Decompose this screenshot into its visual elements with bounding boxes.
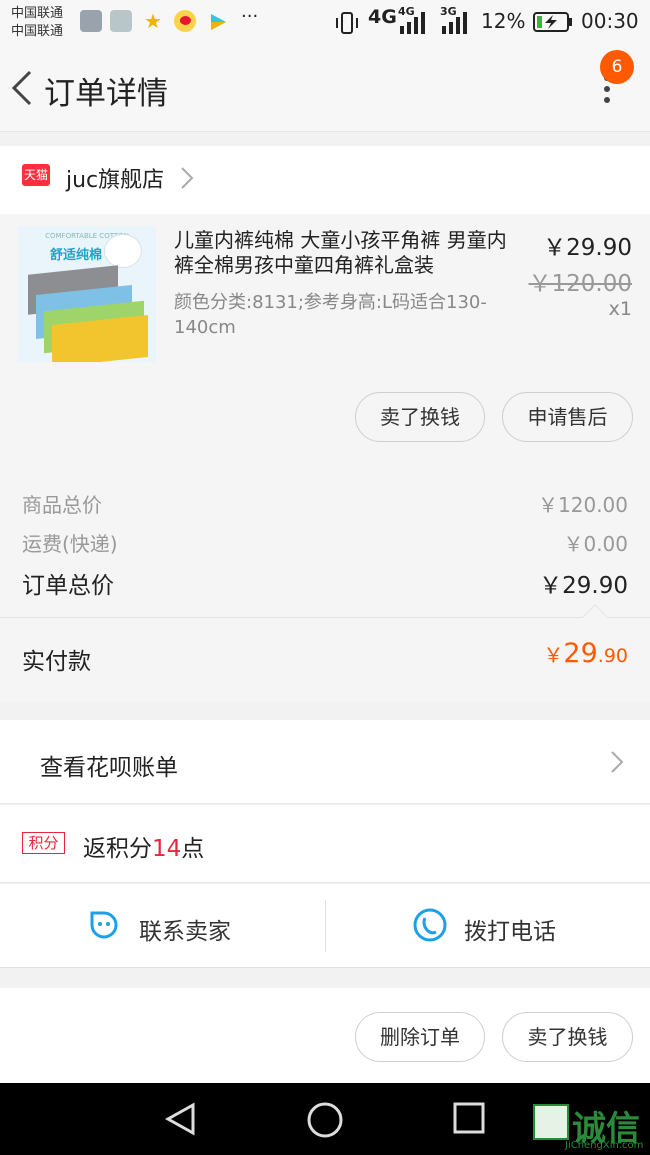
shipping-label: 运费(快递) [22, 532, 118, 556]
points-prefix: 返积分 [83, 836, 152, 862]
paid-integer: 29 [563, 638, 598, 669]
video-notification-icon [211, 14, 226, 30]
chevron-right-icon [611, 751, 624, 773]
nav-back-icon[interactable] [163, 1102, 199, 1136]
battery-percent: 12% [481, 9, 526, 33]
tmall-badge: 天猫 [22, 164, 50, 186]
after-sale-button[interactable]: 申请售后 [502, 392, 633, 442]
caret-indicator [582, 604, 608, 630]
chevron-right-icon [181, 167, 194, 189]
quantity: x1 [608, 298, 632, 320]
shop-row[interactable]: 天猫 juc旗舰店 [0, 146, 650, 214]
original-price: ￥120.00 [528, 271, 632, 297]
chat-face-icon [90, 911, 118, 939]
paid-row: 实付款 ￥29.90 [0, 604, 650, 702]
star-notification-icon: ★ [144, 9, 162, 33]
order-total-label: 订单总价 [22, 573, 114, 599]
signal-1-icon [400, 12, 425, 34]
battery-charging-icon [533, 12, 572, 32]
huabei-bill-row[interactable]: 查看花呗账单 [0, 720, 650, 804]
network-label-1: 4G [368, 6, 397, 28]
watermark-logo [533, 1104, 569, 1140]
current-price: ￥29.90 [543, 235, 632, 261]
goods-total-value: ￥120.00 [538, 493, 628, 517]
avatar-notification-icon [110, 10, 132, 32]
order-total-row: 订单总价 ￥29.90 [22, 566, 628, 600]
status-bar: 中国联通 中国联通 ★ ··· 4G 4G 3G 12% 00:30 [0, 0, 650, 46]
product-title[interactable]: 儿童内裤纯棉 大童小孩平角裤 男童内裤全棉男孩中童四角裤礼盒装 [174, 228, 519, 278]
points-text: 返积分14点 [83, 829, 204, 863]
points-suffix: 点 [181, 836, 205, 862]
huabei-bill-label: 查看花呗账单 [40, 755, 178, 781]
back-arrow-icon[interactable] [8, 68, 38, 108]
paid-currency: ￥ [543, 643, 564, 667]
notification-badge: 6 [600, 50, 634, 84]
delete-order-button[interactable]: 删除订单 [355, 1012, 485, 1062]
gallery-notification-icon [80, 10, 102, 32]
page-title: 订单详情 [44, 76, 168, 112]
product-thumbnail[interactable]: COMFORTABLE COTTON 舒适纯棉 [18, 226, 156, 362]
clock: 00:30 [581, 9, 639, 33]
shipping-row: 运费(快递) ￥0.00 [22, 528, 628, 557]
vibrate-icon [336, 12, 358, 34]
points-number: 14 [152, 836, 182, 862]
order-total-value: ￥29.90 [539, 573, 628, 599]
carrier-2: 中国联通 [11, 24, 64, 39]
call-phone-button[interactable]: 拨打电话 [326, 884, 650, 968]
signal-2-icon [442, 12, 467, 34]
carrier-names: 中国联通 中国联通 [11, 5, 63, 41]
sell-for-cash-button[interactable]: 卖了换钱 [355, 392, 485, 442]
product-spec: 颜色分类:8131;参考身高:L码适合130-140cm [174, 292, 487, 338]
paid-decimal: .90 [597, 645, 628, 667]
contact-row: 联系卖家 拨打电话 [0, 884, 650, 968]
system-nav-bar: 诚信 JiChengXin.com [0, 1083, 650, 1155]
call-phone-label: 拨打电话 [464, 919, 556, 945]
goods-total-row: 商品总价 ￥120.00 [22, 489, 628, 518]
shipping-value: ￥0.00 [563, 532, 628, 556]
points-tag: 积分 [22, 832, 65, 854]
contact-seller-label: 联系卖家 [139, 919, 231, 945]
carrier-1: 中国联通 [11, 6, 64, 21]
weibo-notification-icon [174, 10, 196, 32]
sell-for-cash-button-bottom[interactable]: 卖了换钱 [502, 1012, 633, 1062]
watermark-site: JiChengXin.com [565, 1140, 644, 1151]
more-notifications: ··· [241, 6, 259, 27]
goods-total-label: 商品总价 [22, 493, 102, 517]
price-summary: 商品总价 ￥120.00 运费(快递) ￥0.00 订单总价 ￥29.90 实付… [0, 462, 650, 702]
thumb-label: 舒适纯棉 [50, 248, 103, 263]
paid-amount: ￥29.90 [543, 638, 628, 669]
app-header: 订单详情 6 [0, 46, 650, 132]
nav-home-icon[interactable] [306, 1101, 344, 1139]
order-item[interactable]: COMFORTABLE COTTON 舒适纯棉 儿童内裤纯棉 大童小孩平角裤 男… [0, 214, 650, 462]
bottom-action-bar: 删除订单 卖了换钱 [0, 988, 650, 1083]
phone-icon [413, 908, 447, 942]
nav-recents-icon[interactable] [453, 1102, 485, 1134]
points-row: 积分 返积分14点 [0, 805, 650, 883]
shop-name: juc旗舰店 [66, 168, 165, 193]
contact-seller-button[interactable]: 联系卖家 [0, 884, 325, 968]
paid-label: 实付款 [22, 649, 91, 675]
cotton-image [104, 234, 142, 268]
